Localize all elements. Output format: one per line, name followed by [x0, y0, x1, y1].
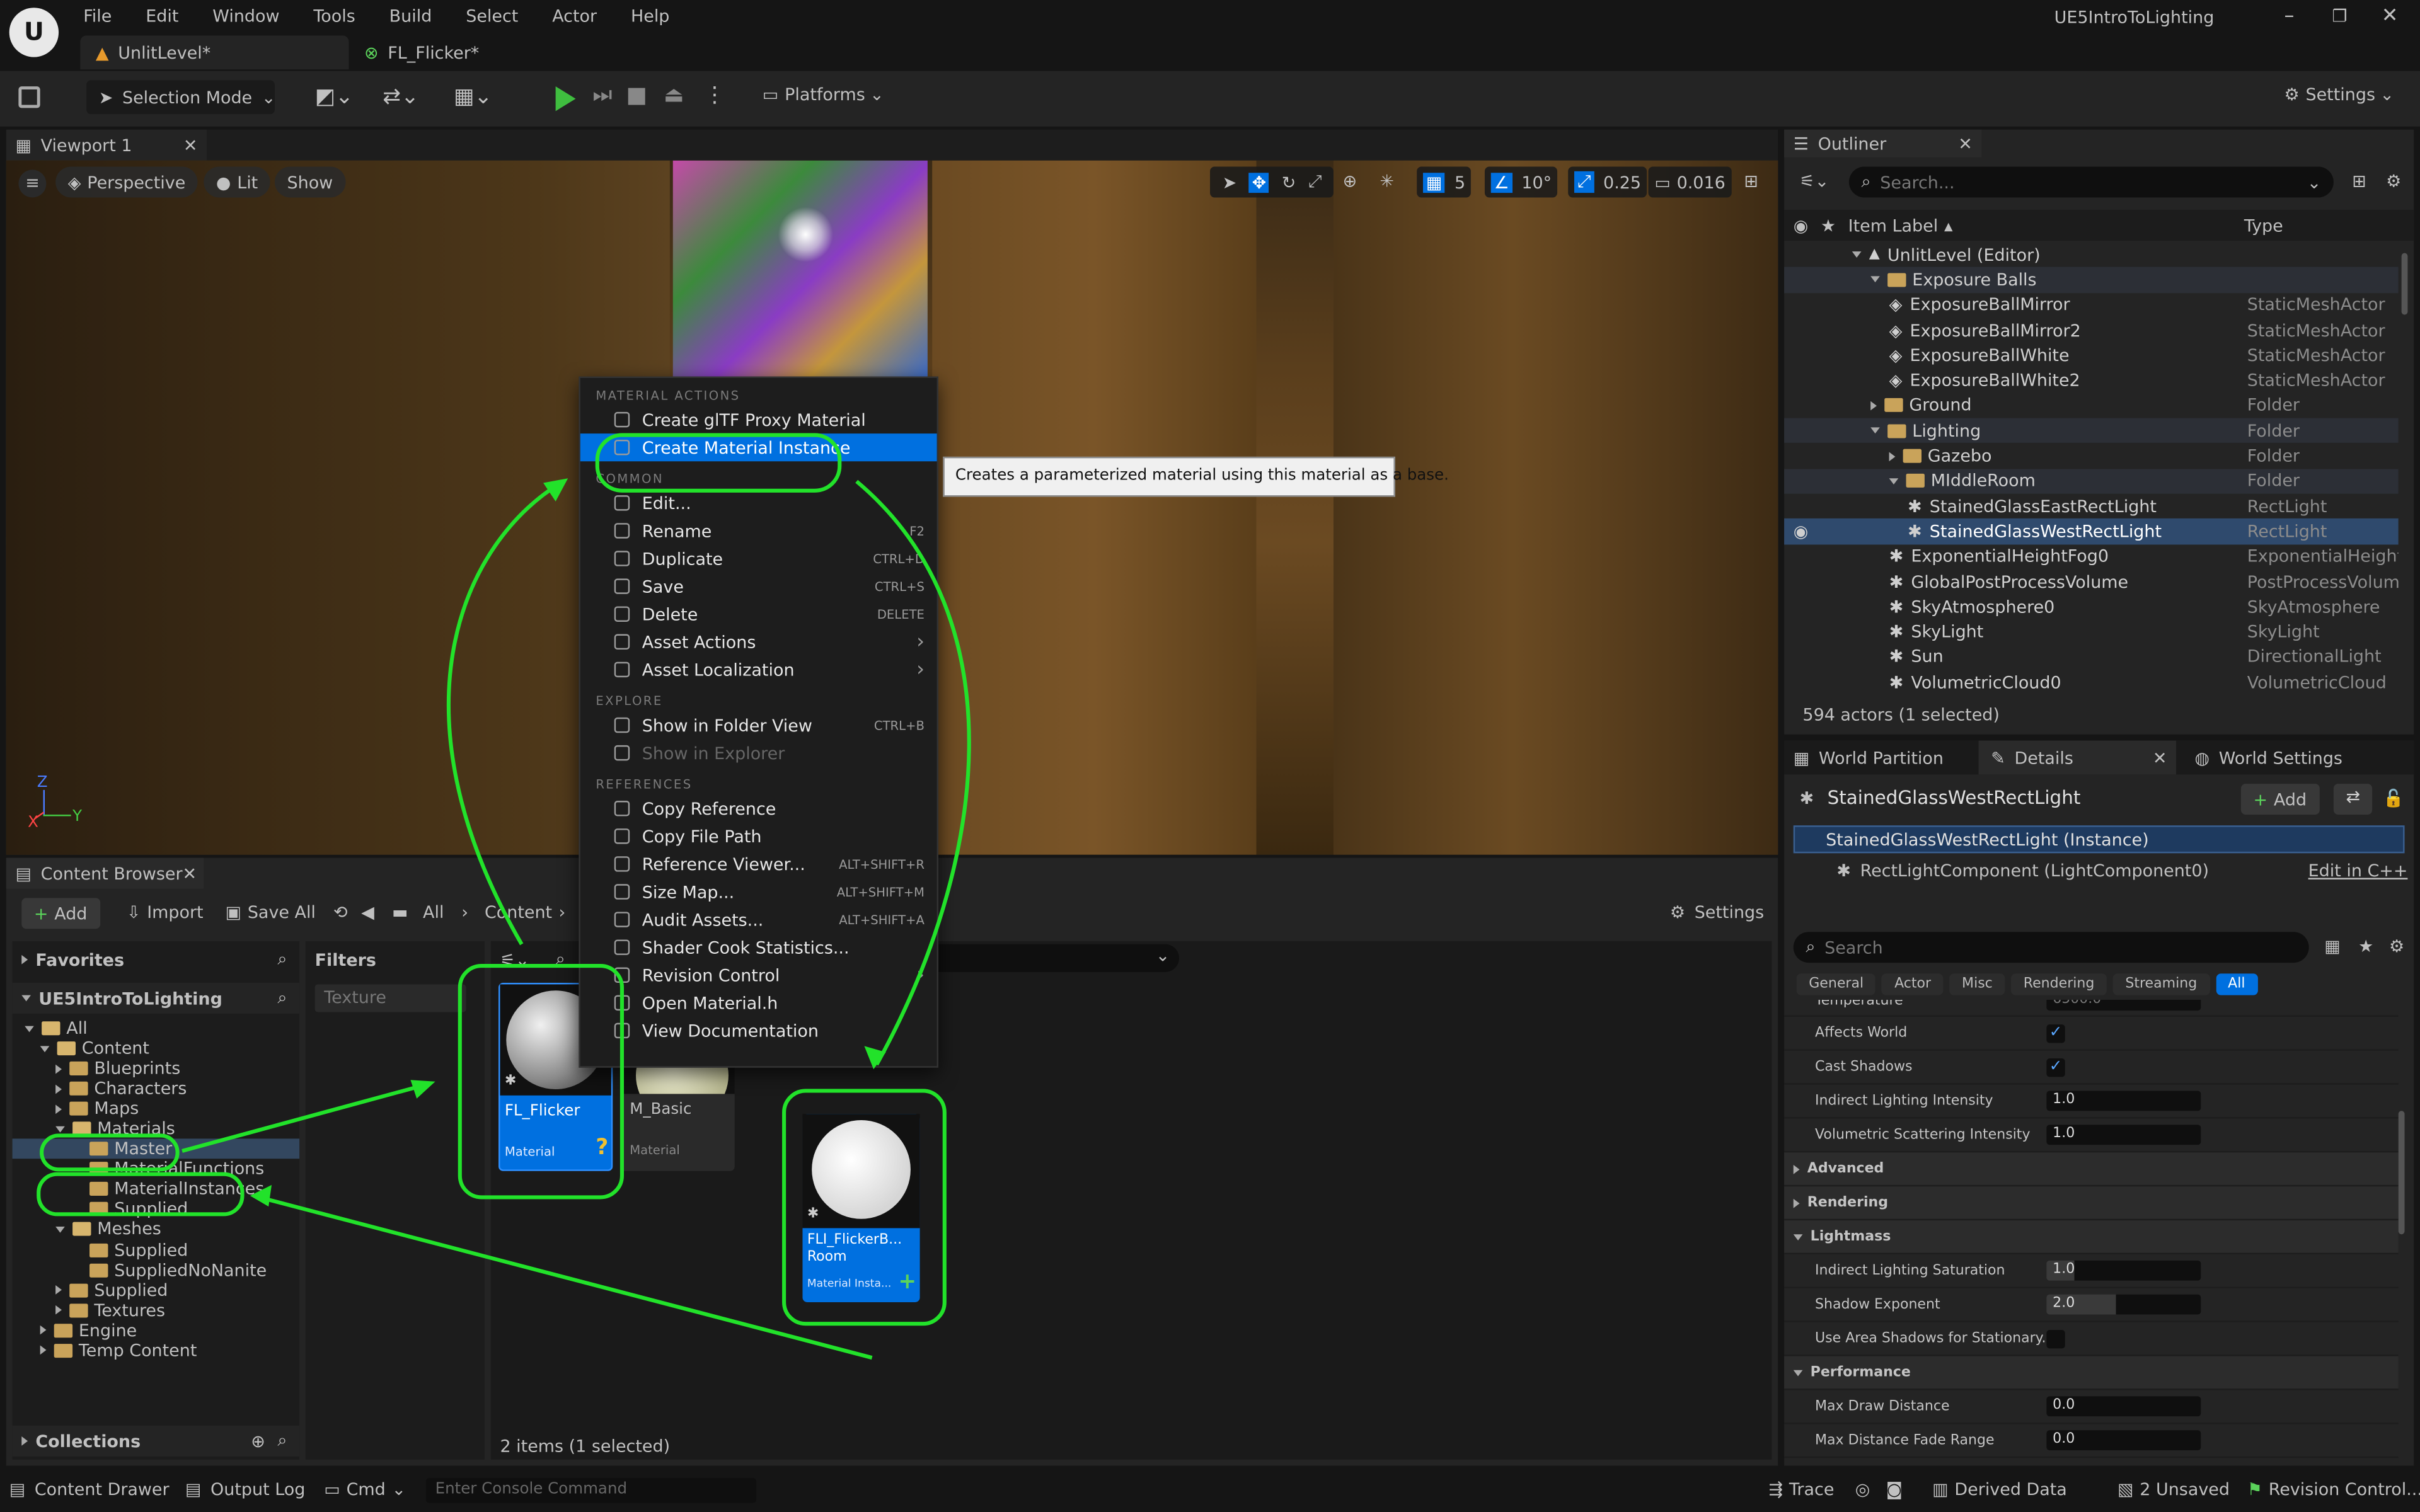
annotation-arrow-up	[446, 479, 565, 946]
annotation-arrow-down	[855, 479, 971, 1066]
annotation-arrow-instances	[258, 1195, 873, 1360]
annotation-circle-materialinstances	[37, 1172, 245, 1217]
annotation-circle-master	[40, 1133, 180, 1172]
annotation-circle-new-instance	[782, 1089, 947, 1326]
annotation-circle-create-instance	[595, 433, 842, 493]
annotation-circle-fl-flicker	[458, 964, 625, 1200]
annotation-overlay	[37, 433, 971, 1360]
annotation-arrow-master	[182, 1082, 427, 1153]
